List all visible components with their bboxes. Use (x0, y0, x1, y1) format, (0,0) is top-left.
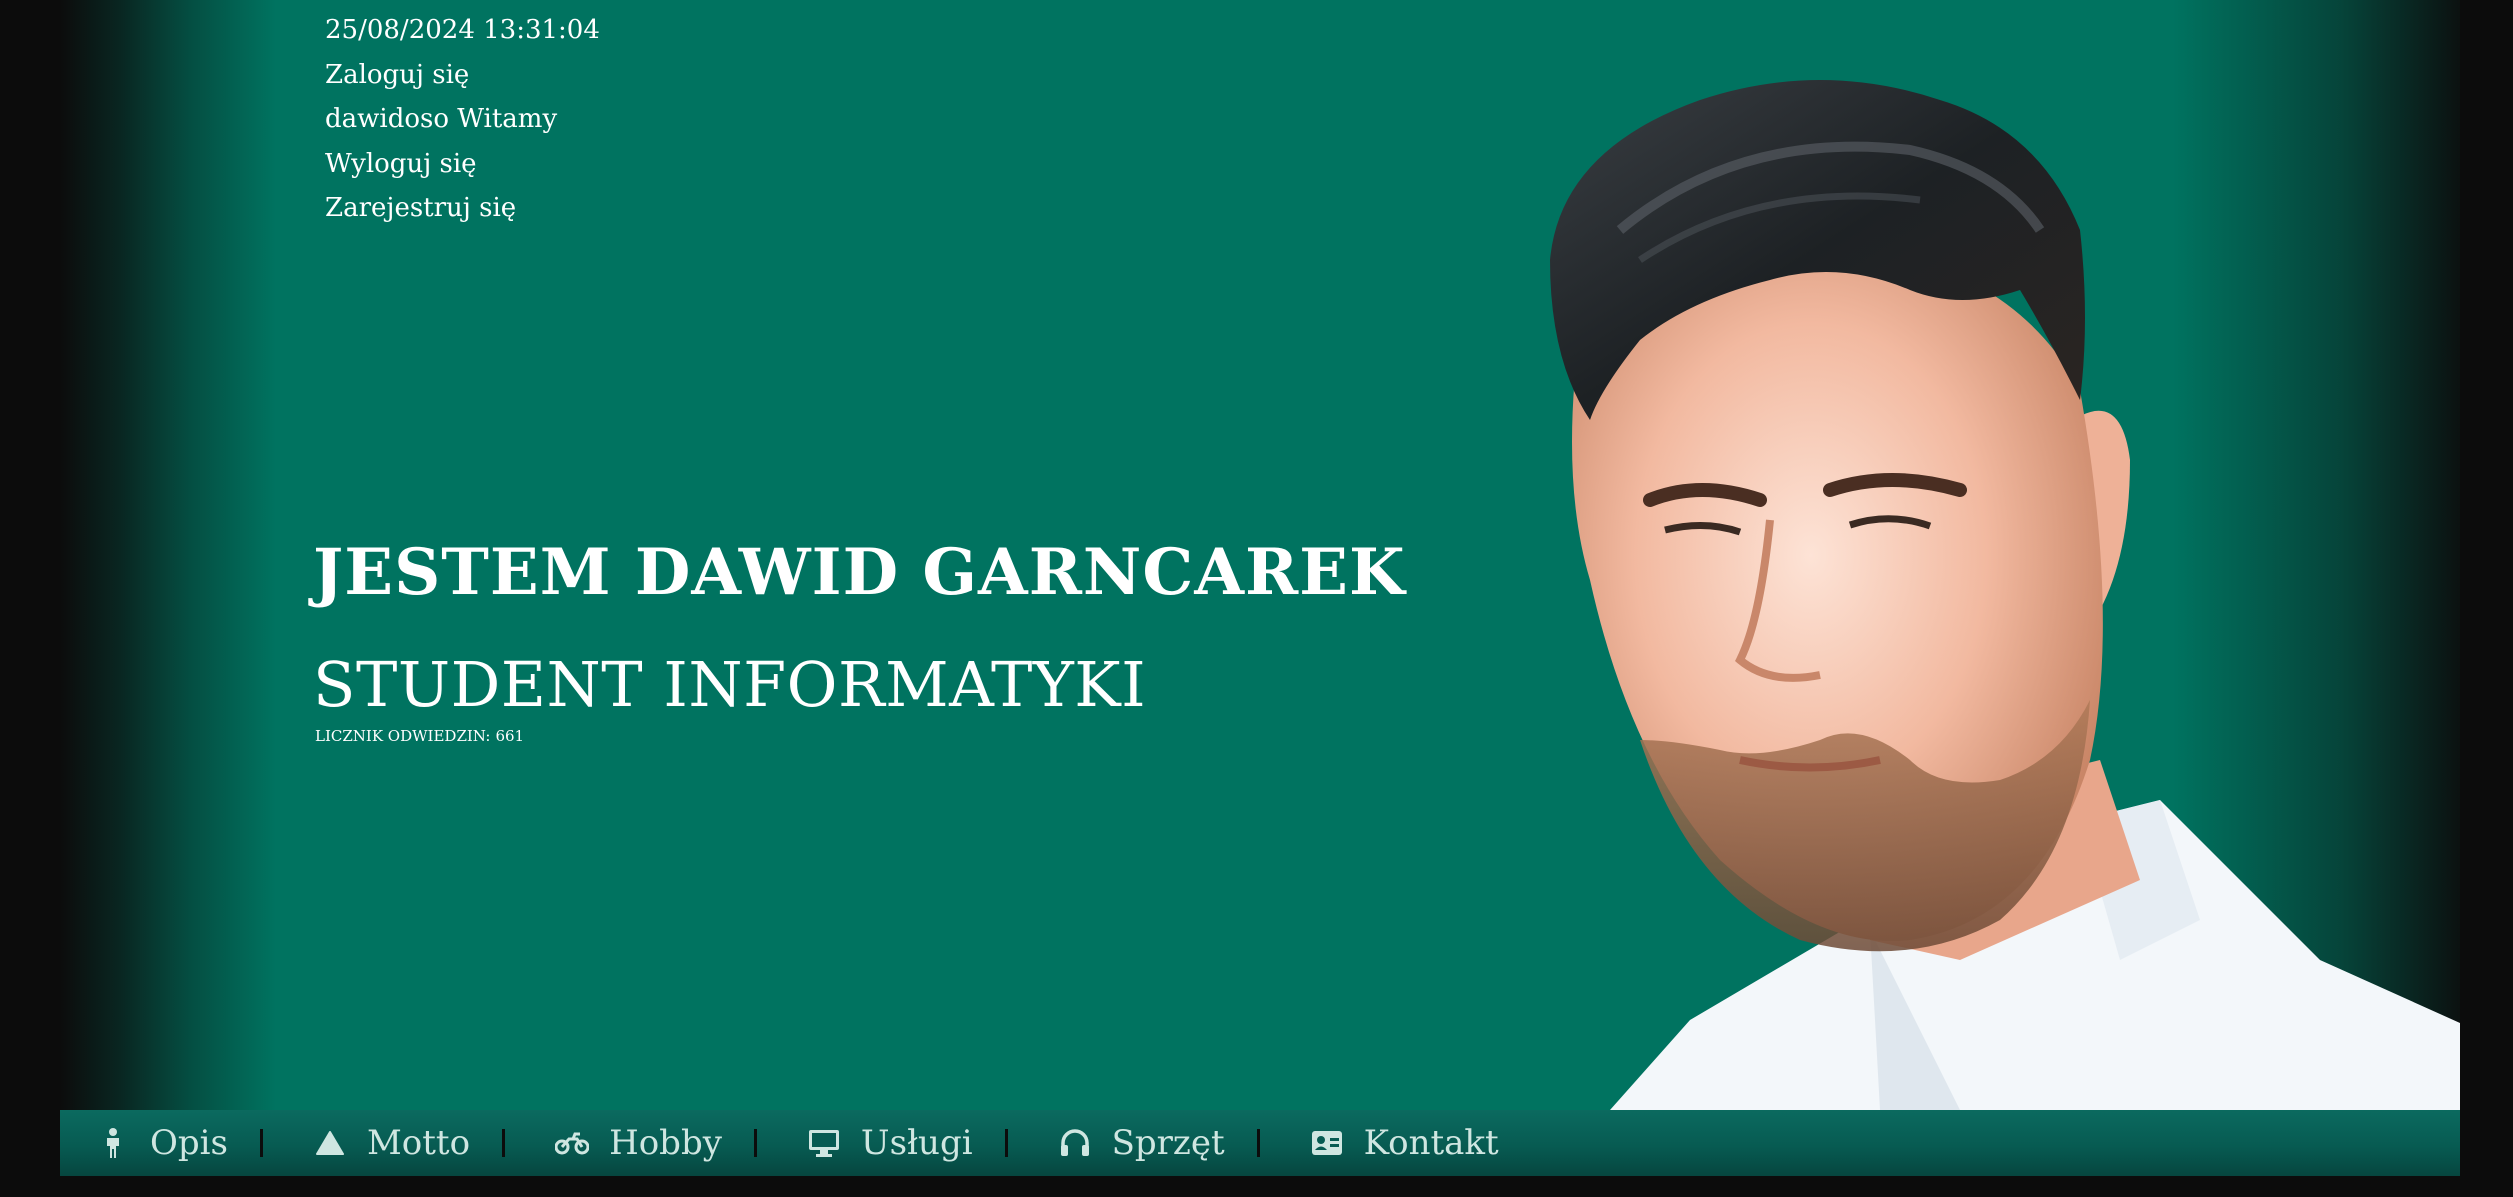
monitor-icon (807, 1126, 841, 1160)
nav-item-uslugi[interactable]: Usługi (807, 1110, 973, 1176)
motorcycle-icon (555, 1126, 590, 1160)
hero-subtitle: STUDENT INFORMATYKI (313, 648, 1147, 721)
headphones-icon (1058, 1126, 1092, 1160)
nav-item-label: Usługi (860, 1123, 973, 1163)
welcome-message: dawidoso Witamy (325, 104, 558, 134)
nav-item-opis[interactable]: Opis (96, 1110, 228, 1176)
register-link[interactable]: Zarejestruj się (325, 186, 600, 231)
current-datetime: 25/08/2024 13:31:04 (325, 15, 600, 45)
nav-item-label: Sprzęt (1111, 1123, 1225, 1163)
login-link[interactable]: Zaloguj się (325, 53, 600, 98)
nav-divider (753, 1129, 757, 1157)
nav-item-sprzet[interactable]: Sprzęt (1058, 1110, 1225, 1176)
contact-card-icon (1310, 1126, 1344, 1160)
visit-counter-value: 661 (495, 727, 525, 745)
nav-item-label: Kontakt (1363, 1123, 1499, 1163)
nav-divider (1256, 1129, 1260, 1157)
nav-item-kontakt[interactable]: Kontakt (1310, 1110, 1499, 1176)
visit-counter: LICZNIK ODWIEDZIN: 661 (315, 727, 524, 745)
nav-item-label: Motto (366, 1123, 471, 1163)
nav-divider (1004, 1129, 1008, 1157)
main-navigation: Opis Motto Hobby Usługi Sprzęt Kontakt (60, 1110, 2460, 1176)
person-icon (96, 1126, 130, 1160)
nav-divider (259, 1129, 263, 1157)
nav-item-hobby[interactable]: Hobby (555, 1110, 722, 1176)
portrait-photo (1550, 80, 2460, 1110)
nav-item-label: Opis (150, 1123, 228, 1163)
user-panel: 25/08/2024 13:31:04 Zaloguj się dawidoso… (325, 8, 600, 231)
nav-item-motto[interactable]: Motto (313, 1110, 470, 1176)
hero-title: JESTEM DAWID GARNCAREK (313, 535, 1406, 610)
triangle-icon (313, 1126, 347, 1160)
nav-item-label: Hobby (609, 1123, 722, 1163)
visit-counter-label: LICZNIK ODWIEDZIN: (315, 727, 491, 745)
nav-divider (502, 1129, 506, 1157)
hero-section: 25/08/2024 13:31:04 Zaloguj się dawidoso… (60, 0, 2460, 1110)
logout-link[interactable]: Wyloguj się (325, 142, 600, 187)
